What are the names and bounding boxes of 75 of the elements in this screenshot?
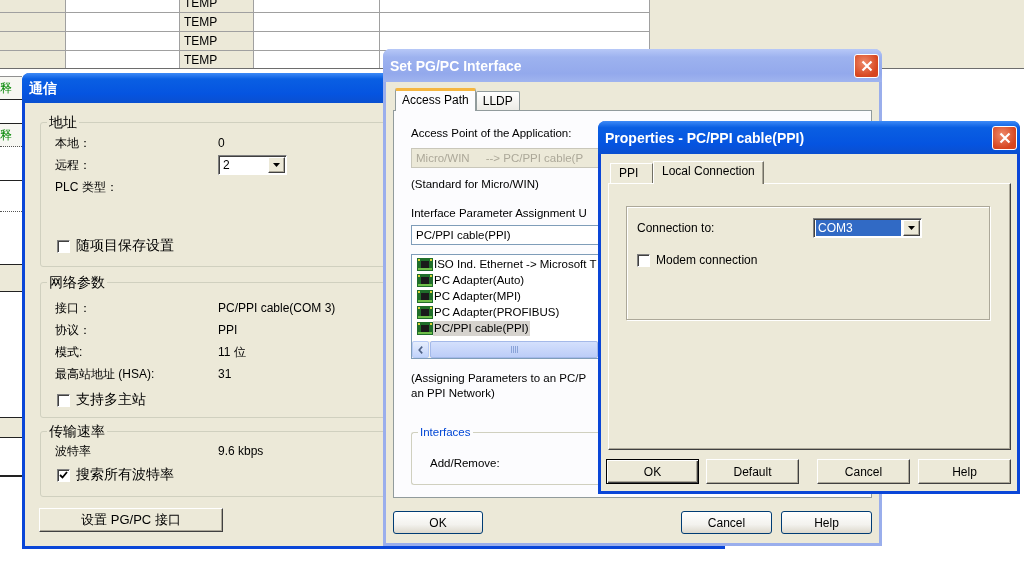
- field-value: 0: [218, 136, 225, 150]
- checkbox-label: 随项目保存设置: [76, 237, 174, 255]
- dialog-button[interactable]: Cancel: [681, 511, 772, 534]
- circuit-board-icon: [417, 321, 433, 335]
- checkbox[interactable]: [637, 253, 650, 267]
- field-label: 本地：: [55, 134, 92, 152]
- dropdown-button[interactable]: [903, 220, 920, 236]
- field-value: PC/PPI cable(COM 3): [218, 301, 336, 315]
- window-title: Set PG/PC Interface: [390, 56, 522, 75]
- list-item[interactable]: PC Adapter(MPI): [433, 288, 522, 304]
- checkbox-label: 搜索所有波特率: [76, 466, 174, 484]
- dropdown-field[interactable]: COM3: [813, 218, 922, 238]
- list-item[interactable]: PC Adapter(Auto): [433, 272, 526, 288]
- tab[interactable]: Local Connection: [653, 161, 764, 184]
- window-title: 通信: [29, 79, 57, 97]
- field-value: 31: [218, 367, 232, 381]
- checkbox[interactable]: [57, 393, 70, 407]
- list-item[interactable]: ISO Ind. Ethernet -> Microsoft T: [433, 256, 598, 272]
- field-label: 模式:: [55, 343, 84, 361]
- field-label: 接口：: [55, 299, 92, 317]
- tab[interactable]: PPI: [610, 163, 653, 183]
- tab[interactable]: LLDP: [475, 91, 520, 110]
- set-interface-button[interactable]: 设置 PG/PC 接口: [39, 508, 223, 532]
- hint-text: (Assigning Parameters to an PC/P an PPI Network): [411, 371, 587, 401]
- field-label: Interface Parameter Assignment U: [411, 206, 587, 221]
- dialog-button[interactable]: Default: [706, 459, 799, 484]
- field-label: 最高站地址 (HSA):: [55, 365, 156, 383]
- checkbox-label: Modem connection: [656, 253, 758, 267]
- grip-icon: [510, 346, 518, 353]
- table-cell: TEMP: [180, 51, 254, 68]
- checkmark-icon: [59, 471, 68, 479]
- checkbox-label: 支持多主站: [76, 391, 146, 409]
- chevron-left-icon: [418, 345, 423, 354]
- dialog-button[interactable]: Help: [781, 511, 872, 534]
- caret-icon: [273, 163, 280, 167]
- caret-icon: [908, 226, 915, 230]
- dialog-button[interactable]: Cancel: [817, 459, 910, 484]
- circuit-board-icon: [417, 273, 433, 287]
- field-label: 波特率: [55, 442, 92, 460]
- tab[interactable]: Access Path: [395, 88, 476, 111]
- field-label: Access Point of the Application:: [411, 126, 572, 141]
- group-title: 地址: [47, 113, 79, 131]
- circuit-board-icon: [417, 257, 433, 271]
- field-label: PLC 类型：: [55, 178, 119, 196]
- field-label: 远程：: [55, 156, 92, 174]
- field-value: 9.6 kbps: [218, 444, 264, 458]
- hint-text: (Standard for Micro/WIN): [411, 177, 539, 192]
- list-item[interactable]: PC Adapter(PROFIBUS): [433, 304, 561, 320]
- circuit-board-icon: [417, 289, 433, 303]
- dialog-button[interactable]: Help: [918, 459, 1011, 484]
- circuit-board-icon: [417, 305, 433, 319]
- table-cell: TEMP: [180, 32, 254, 50]
- close-button[interactable]: [992, 125, 1017, 150]
- close-icon: [998, 131, 1011, 144]
- table-cell: 释: [0, 77, 22, 100]
- dropdown-button[interactable]: [268, 157, 285, 173]
- dialog-button[interactable]: OK: [606, 459, 699, 484]
- input-field[interactable]: PC/PPI cable(PPI): [411, 225, 599, 245]
- group-title: 网络参数: [47, 273, 107, 291]
- list-item[interactable]: PC/PPI cable(PPI): [433, 320, 530, 336]
- dropdown-field[interactable]: 2: [218, 155, 287, 175]
- table-cell: 释: [0, 124, 22, 147]
- table-cell: TEMP: [180, 13, 254, 31]
- field-value: PPI: [218, 323, 238, 337]
- dialog-button[interactable]: OK: [393, 511, 483, 534]
- field-value: 11 位: [218, 343, 246, 361]
- checkbox[interactable]: [57, 239, 70, 253]
- close-icon: [860, 59, 873, 72]
- scroll-left-button[interactable]: [412, 341, 429, 358]
- field-label: 协议：: [55, 321, 92, 339]
- field-label: Connection to:: [637, 221, 716, 235]
- group-title: 传输速率: [47, 422, 107, 440]
- field-label: Add/Remove:: [430, 457, 500, 469]
- window-title: Properties - PC/PPI cable(PPI): [605, 128, 805, 147]
- checkbox[interactable]: [57, 468, 70, 482]
